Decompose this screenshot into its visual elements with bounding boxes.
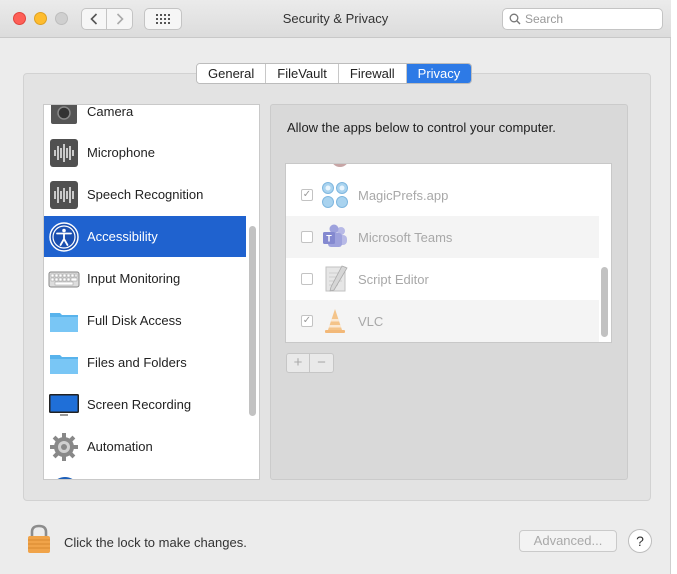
category-label: Microphone <box>87 145 155 160</box>
category-label: Camera <box>87 104 134 119</box>
teams-icon: T <box>323 224 347 247</box>
remove-app-button[interactable]: − <box>310 354 333 372</box>
app-row-script-editor[interactable]: Script Editor <box>286 258 599 300</box>
category-microphone[interactable]: Microphone <box>44 132 246 173</box>
advanced-button[interactable]: Advanced... <box>519 530 617 552</box>
partial-app-icon <box>57 477 73 479</box>
category-input-monitoring[interactable]: Input Monitoring <box>44 258 246 299</box>
app-list-scrollbar[interactable] <box>601 267 608 337</box>
category-files-and-folders[interactable]: Files and Folders <box>44 342 246 383</box>
vlc-icon <box>325 309 345 333</box>
lock-icon[interactable] <box>26 524 52 554</box>
category-list-scrollbar[interactable] <box>249 226 256 416</box>
privacy-category-list[interactable]: Camera Microphone Speech Recognition Acc… <box>43 104 260 480</box>
keyboard-icon <box>48 271 80 287</box>
app-name: Microsoft Teams <box>358 229 453 245</box>
security-privacy-window: Security & Privacy General FileVault Fir… <box>0 0 671 574</box>
category-label: Files and Folders <box>87 355 187 370</box>
folder-icon <box>50 354 78 374</box>
app-name: MagicPrefs.app <box>358 187 449 203</box>
folder-icon <box>50 312 78 332</box>
search-icon <box>509 13 521 25</box>
category-label: Full Disk Access <box>87 313 182 328</box>
category-label: Input Monitoring <box>87 271 181 286</box>
category-label: Automation <box>87 439 153 454</box>
category-screen-recording[interactable]: Screen Recording <box>44 384 246 425</box>
app-name: Script Editor <box>358 271 429 287</box>
search-field[interactable] <box>502 8 663 30</box>
category-label: Accessibility <box>87 229 158 244</box>
app-row-vlc[interactable]: ✓ VLC <box>286 300 599 342</box>
camera-icon <box>51 105 77 124</box>
partial-app-icon <box>333 164 347 167</box>
magicprefs-icon <box>322 182 348 208</box>
category-full-disk-access[interactable]: Full Disk Access <box>44 300 246 341</box>
add-remove-control: + − <box>286 353 334 373</box>
tab-bar: General FileVault Firewall Privacy <box>196 63 473 84</box>
privacy-description: Allow the apps below to control your com… <box>287 120 556 135</box>
app-checkbox-microsoft-teams[interactable] <box>301 231 313 243</box>
tab-filevault[interactable]: FileVault <box>266 64 339 83</box>
tab-firewall[interactable]: Firewall <box>338 64 407 83</box>
app-list[interactable]: ✓ MagicPrefs.app T Microsoft Teams Scrip… <box>285 163 612 343</box>
microphone-icon <box>50 138 78 167</box>
category-accessibility[interactable]: Accessibility <box>44 216 246 257</box>
app-row-microsoft-teams[interactable]: T Microsoft Teams <box>286 216 599 258</box>
gear-icon <box>50 432 78 461</box>
monitor-icon <box>49 393 79 416</box>
title-bar: Security & Privacy <box>0 0 671 38</box>
script-editor-icon <box>325 265 348 292</box>
category-automation[interactable]: Automation <box>44 426 246 467</box>
category-label: Speech Recognition <box>87 187 204 202</box>
app-checkbox-script-editor[interactable] <box>301 273 313 285</box>
category-camera[interactable]: Camera <box>44 104 246 132</box>
category-label: Screen Recording <box>87 397 192 412</box>
lock-message: Click the lock to make changes. <box>64 535 247 550</box>
category-speech-recognition[interactable]: Speech Recognition <box>44 174 246 215</box>
tab-general[interactable]: General <box>197 64 267 83</box>
search-input[interactable] <box>525 12 655 26</box>
app-checkbox-magicprefs[interactable]: ✓ <box>301 189 313 201</box>
app-row-magicprefs[interactable]: ✓ MagicPrefs.app <box>286 174 599 216</box>
accessibility-icon <box>49 221 79 252</box>
speech-recognition-icon <box>50 180 78 209</box>
svg-text:T: T <box>326 234 332 244</box>
add-app-button[interactable]: + <box>287 354 310 372</box>
app-checkbox-vlc[interactable]: ✓ <box>301 315 313 327</box>
tab-privacy[interactable]: Privacy <box>406 64 472 83</box>
help-button[interactable]: ? <box>628 529 652 553</box>
app-name: VLC <box>358 313 384 329</box>
